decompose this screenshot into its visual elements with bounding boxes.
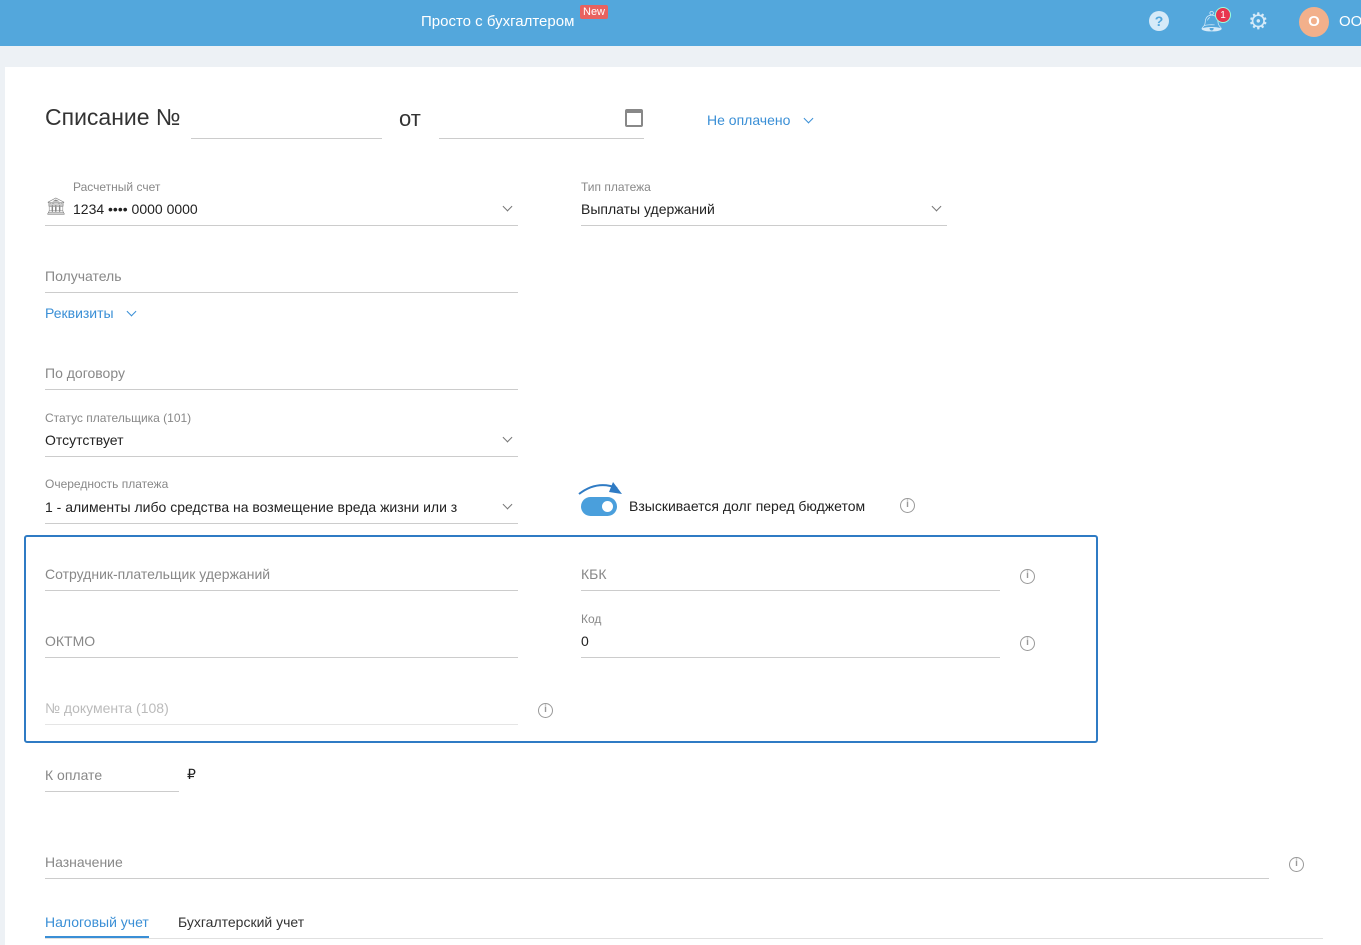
payer-status-select[interactable]: Отсутствует [45,432,124,448]
chevron-down-icon [126,306,137,317]
avatar[interactable]: О [1299,7,1329,37]
info-icon[interactable]: i [1289,857,1304,872]
currency-sign: ₽ [187,766,196,782]
bank-icon: 🏛︎ [45,197,67,216]
info-icon[interactable]: i [538,703,553,718]
info-icon[interactable]: i [1020,636,1035,651]
kbk-input[interactable]: КБК [581,566,607,582]
code-label: Код [581,612,602,626]
payer-status-underline [45,456,518,457]
account-select[interactable]: 1234 •••• 0000 0000 [73,201,198,217]
requisites-link[interactable]: Реквизиты [45,305,114,321]
oktmo-input[interactable]: ОКТМО [45,633,95,649]
account-underline [45,225,518,226]
calendar-icon[interactable] [625,109,643,127]
info-icon[interactable]: i [900,498,915,513]
document-underline [45,724,518,725]
amount-input[interactable]: К оплате [45,767,102,783]
purpose-underline [45,878,1269,879]
chevron-down-icon [803,113,814,124]
from-label: от [399,106,421,131]
tab-tax-accounting[interactable]: Налоговый учет [45,914,149,938]
debt-toggle-label: Взыскивается долг перед бюджетом [629,498,866,514]
account-label: Расчетный счет [73,180,161,194]
code-input[interactable]: 0 [581,633,589,649]
contract-underline [45,389,518,390]
chevron-down-icon [502,201,513,212]
contract-input[interactable]: По договору [45,365,125,381]
payment-status-dropdown[interactable]: Не оплачено [707,112,790,128]
top-bar: Просто с бухгалтером New ? 🔔︎ 1 ⚙ О ОО [0,0,1361,46]
number-input[interactable] [191,138,382,139]
info-icon[interactable]: i [1020,569,1035,584]
notification-badge: 1 [1215,7,1231,23]
kbk-underline [581,590,1000,591]
chevron-down-icon [502,499,513,510]
recipient-input[interactable]: Получатель [45,268,122,284]
tab-bookkeeping[interactable]: Бухгалтерский учет [178,914,304,930]
priority-select[interactable]: 1 - алименты либо средства на возмещение… [45,499,492,515]
purpose-input[interactable]: Назначение [45,854,123,870]
debt-toggle[interactable] [581,497,617,516]
document-number-input[interactable]: № документа (108) [45,700,169,716]
recipient-underline [45,292,518,293]
gear-icon[interactable]: ⚙ [1248,8,1269,35]
priority-underline [45,523,518,524]
tabs-divider [45,938,1323,939]
payment-type-label: Тип платежа [581,180,651,194]
user-name[interactable]: ОО [1339,13,1361,30]
chevron-down-icon [931,201,942,212]
payment-type-select[interactable]: Выплаты удержаний [581,201,715,217]
employee-underline [45,590,518,591]
payment-type-underline [581,225,947,226]
employee-input[interactable]: Сотрудник-плательщик удержаний [45,566,270,582]
brand-link[interactable]: Просто с бухгалтером [421,13,574,30]
chevron-down-icon [502,432,513,443]
priority-label: Очередность платежа [45,477,169,491]
payer-status-label: Статус плательщика (101) [45,411,192,425]
amount-underline [45,791,179,792]
oktmo-underline [45,657,518,658]
page-title: Списание № [45,104,181,130]
help-icon[interactable]: ? [1149,11,1169,31]
date-input[interactable] [439,138,644,139]
code-underline [581,657,1000,658]
write-off-form: Списание № от Не оплачено Расчетный счет… [5,67,1361,945]
new-badge: New [580,5,609,19]
